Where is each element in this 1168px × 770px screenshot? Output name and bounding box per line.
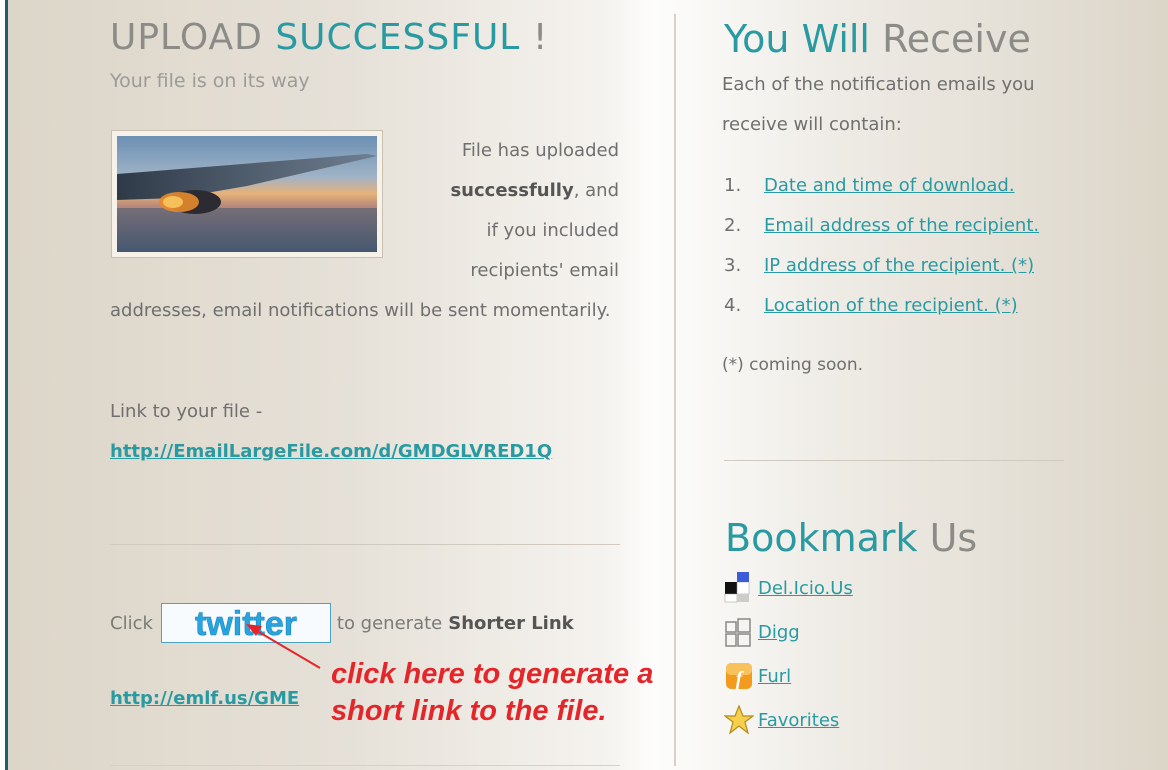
receive-item-link[interactable]: Date and time of download. bbox=[764, 175, 1015, 196]
bookmark-item-digg[interactable]: Digg bbox=[724, 610, 853, 654]
bookmark-link-delicious[interactable]: Del.Icio.Us bbox=[758, 578, 853, 599]
annotation-line-2: short link to the file. bbox=[331, 695, 607, 727]
receive-item-ip: 3. IP address of the recipient. (*) bbox=[724, 246, 1039, 286]
receive-item-number: 2. bbox=[724, 215, 742, 236]
bookmark-link-digg[interactable]: Digg bbox=[758, 622, 800, 643]
receive-item-number: 3. bbox=[724, 255, 742, 276]
annotation-callout: click here to generate a short link to t… bbox=[331, 656, 653, 730]
bookmark-title: Bookmark Us bbox=[725, 515, 977, 561]
favorites-star-icon bbox=[724, 704, 754, 735]
receive-item-email: 2. Email address of the recipient. bbox=[724, 206, 1039, 246]
receive-item-number: 1. bbox=[724, 175, 742, 196]
furl-icon: f bbox=[726, 663, 752, 690]
receive-item-link[interactable]: Email address of the recipient. bbox=[764, 215, 1039, 236]
receive-item-link[interactable]: IP address of the recipient. (*) bbox=[764, 255, 1034, 276]
digg-icon bbox=[725, 618, 751, 647]
bookmark-link-favorites[interactable]: Favorites bbox=[758, 710, 839, 731]
receive-item-date: 1. Date and time of download. bbox=[724, 166, 1039, 206]
bookmark-item-delicious[interactable]: Del.Icio.Us bbox=[724, 566, 853, 610]
bookmark-title-part2: Us bbox=[929, 516, 978, 560]
receive-item-link[interactable]: Location of the recipient. (*) bbox=[764, 295, 1018, 316]
bookmark-item-furl[interactable]: f Furl bbox=[724, 654, 853, 698]
right-separator bbox=[724, 460, 1064, 461]
receive-list: 1. Date and time of download. 2. Email add… bbox=[724, 166, 1039, 326]
delicious-icon bbox=[724, 572, 750, 603]
bookmark-list: Del.Icio.Us Digg f Furl Favorites bbox=[724, 566, 853, 742]
coming-soon-note: (*) coming soon. bbox=[722, 355, 864, 375]
receive-description: Each of the notification emails you rece… bbox=[722, 74, 1035, 135]
bookmark-item-favorites[interactable]: Favorites bbox=[724, 698, 853, 742]
receive-item-number: 4. bbox=[724, 295, 742, 316]
receive-title-part2: Receive bbox=[882, 17, 1031, 61]
receive-title-part1: You Will bbox=[724, 17, 883, 61]
receive-item-location: 4. Location of the recipient. (*) bbox=[724, 286, 1039, 326]
annotation-line-1: click here to generate a bbox=[331, 658, 654, 690]
bookmark-title-part1: Bookmark bbox=[725, 516, 930, 560]
bookmark-link-furl[interactable]: Furl bbox=[758, 666, 791, 687]
receive-title: You Will Receive bbox=[724, 16, 1031, 62]
